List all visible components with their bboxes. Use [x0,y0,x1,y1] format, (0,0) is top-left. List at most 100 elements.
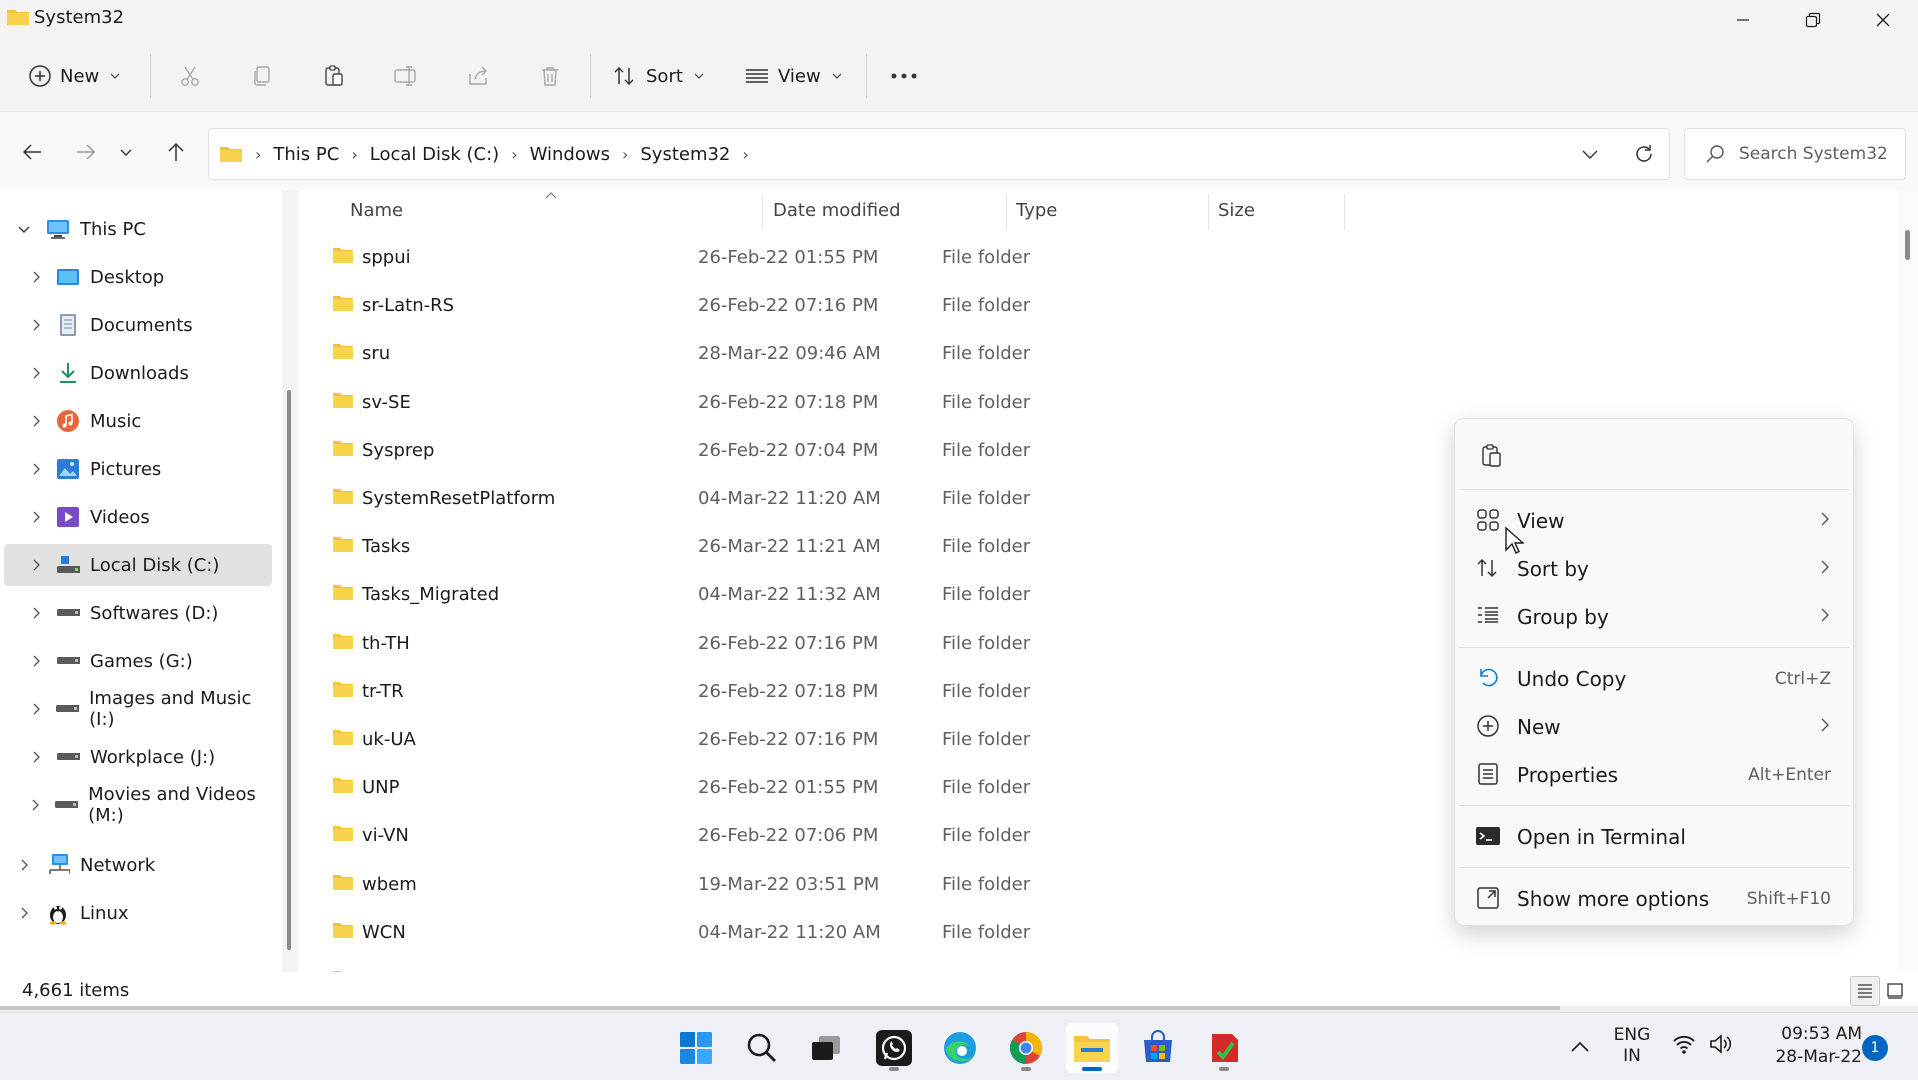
paste-button[interactable] [1477,441,1507,471]
nav-item-games-g[interactable]: Games (G:) [4,640,272,682]
language-indicator[interactable]: ENG IN [1606,1025,1658,1067]
chevron-right-icon[interactable] [28,413,44,429]
nav-item-downloads[interactable]: Downloads [4,352,272,394]
table-row[interactable]: sru 28-Mar-22 09:46 AM File folder [330,330,1650,376]
up-button[interactable] [156,132,196,172]
crumb-system32[interactable]: System32 [640,144,730,165]
more-button[interactable] [882,54,926,98]
nav-scrollbar[interactable] [282,190,298,972]
table-row[interactable]: SystemResetPlatform 04-Mar-22 11:20 AM Fil… [330,475,1650,521]
notification-badge[interactable]: 1 [1862,1035,1888,1061]
address-bar[interactable]: › This PC › Local Disk (C:) › Windows › … [208,128,1670,180]
context-item-group-by[interactable]: Group by [1459,593,1849,639]
chevron-right-icon[interactable] [28,269,44,285]
nav-scrollbar-thumb[interactable] [287,390,291,950]
restore-button[interactable] [1778,0,1848,40]
chevron-right-icon[interactable] [28,605,44,621]
nav-item-documents[interactable]: Documents [4,304,272,346]
search-input[interactable] [1739,144,1889,164]
chevron-right-icon[interactable]: › [511,145,517,164]
taskbar-chrome[interactable] [1000,1023,1052,1073]
context-item-undo-copy[interactable]: Undo Copy Ctrl+Z [1459,655,1849,701]
chevron-right-icon[interactable] [16,857,32,873]
table-row[interactable]: sr-Latn-RS 26-Feb-22 07:16 PM File folder [330,282,1650,328]
nav-item-network[interactable]: Network [4,844,272,886]
nav-item-desktop[interactable]: Desktop [4,256,272,298]
chevron-right-icon[interactable] [28,797,42,813]
context-item-show-more-options[interactable]: Show more options Shift+F10 [1459,875,1849,921]
crumb-windows[interactable]: Windows [530,144,610,165]
table-row[interactable]: th-TH 26-Feb-22 07:16 PM File folder [330,620,1650,666]
view-button[interactable]: View [744,54,843,98]
chevron-right-icon[interactable] [28,557,44,573]
table-row[interactable]: tr-TR 26-Feb-22 07:18 PM File folder [330,668,1650,714]
task-view-button[interactable] [800,1023,852,1073]
nav-item-workplace-j[interactable]: Workplace (J:) [4,736,272,778]
column-header-date[interactable]: Date modified [773,190,1003,230]
chevron-right-icon[interactable] [28,749,44,765]
horizontal-scrollbar-thumb[interactable] [0,1006,1560,1010]
nav-item-videos[interactable]: Videos [4,496,272,538]
clock[interactable]: 09:53 AM 28-Mar-22 [1752,1023,1862,1069]
context-item-open-in-terminal[interactable]: Open in Terminal [1459,813,1849,859]
chevron-right-icon[interactable] [28,509,44,525]
chevron-right-icon[interactable] [28,365,44,381]
column-header-name[interactable]: Name [350,190,616,230]
table-row[interactable]: WCN 04-Mar-22 11:20 AM File folder [330,909,1650,955]
nav-item-music[interactable]: Music [4,400,272,442]
file-list-scrollbar-thumb[interactable] [1905,230,1910,260]
chevron-right-icon[interactable]: › [742,145,748,164]
table-row[interactable]: Tasks_Migrated 04-Mar-22 11:32 AM File fol… [330,571,1650,617]
nav-item-linux[interactable]: Linux [4,892,272,934]
chevron-right-icon[interactable]: › [351,145,357,164]
table-row[interactable]: uk-UA 26-Feb-22 07:16 PM File folder [330,716,1650,762]
table-row[interactable]: Tasks 26-Mar-22 11:21 AM File folder [330,523,1650,569]
chevron-down-icon[interactable] [16,221,32,237]
table-row[interactable]: wbem 19-Mar-22 03:51 PM File folder [330,861,1650,907]
close-button[interactable] [1848,0,1918,40]
table-row[interactable]: vi-VN 26-Feb-22 07:06 PM File folder [330,812,1650,858]
minimize-button[interactable] [1708,0,1778,40]
file-list-scrollbar[interactable] [1898,190,1918,972]
nav-item-this-pc[interactable]: This PC [4,208,272,250]
table-row[interactable]: sppui 26-Feb-22 01:55 PM File folder [330,234,1650,280]
delete-button[interactable] [528,54,572,98]
paste-button[interactable] [312,54,356,98]
recent-locations-button[interactable] [110,132,142,172]
chevron-right-icon[interactable] [28,701,43,717]
table-row[interactable]: sv-SE 26-Feb-22 07:18 PM File folder [330,379,1650,425]
table-row[interactable]: Sysprep 26-Feb-22 07:04 PM File folder [330,427,1650,473]
taskbar-whatsapp[interactable] [868,1023,920,1073]
new-button[interactable]: New [28,54,121,98]
crumb-local-disk[interactable]: Local Disk (C:) [370,144,499,165]
nav-item-local-disk-c[interactable]: Local Disk (C:) [4,544,272,586]
nav-item-images-music-i[interactable]: Images and Music (I:) [4,688,272,730]
context-item-properties[interactable]: Properties Alt+Enter [1459,751,1849,797]
table-row[interactable]: UNP 26-Feb-22 01:55 PM File folder [330,764,1650,810]
nav-item-movies-videos-m[interactable]: Movies and Videos (M:) [4,784,272,826]
chevron-right-icon[interactable] [28,461,44,477]
tiles-view-button[interactable] [1880,976,1910,1006]
taskbar-edge[interactable] [934,1023,986,1073]
forward-button[interactable] [66,132,106,172]
rename-button[interactable] [384,54,428,98]
refresh-button[interactable] [1629,139,1659,169]
back-button[interactable] [12,132,52,172]
taskbar-file-explorer[interactable] [1066,1023,1118,1073]
sort-button[interactable]: Sort [612,54,705,98]
system-tray[interactable] [1672,1033,1732,1055]
share-button[interactable] [456,54,500,98]
cut-button[interactable] [168,54,212,98]
chevron-right-icon[interactable] [16,905,32,921]
chevron-right-icon[interactable]: › [622,145,628,164]
taskbar-app[interactable] [1198,1023,1250,1073]
address-history-button[interactable] [1575,139,1605,169]
column-header-size[interactable]: Size [1218,190,1338,230]
start-button[interactable] [670,1023,722,1073]
crumb-this-pc[interactable]: This PC [273,144,339,165]
copy-button[interactable] [240,54,284,98]
nav-item-pictures[interactable]: Pictures [4,448,272,490]
nav-item-softwares-d[interactable]: Softwares (D:) [4,592,272,634]
chevron-right-icon[interactable] [28,653,44,669]
chevron-right-icon[interactable] [28,317,44,333]
